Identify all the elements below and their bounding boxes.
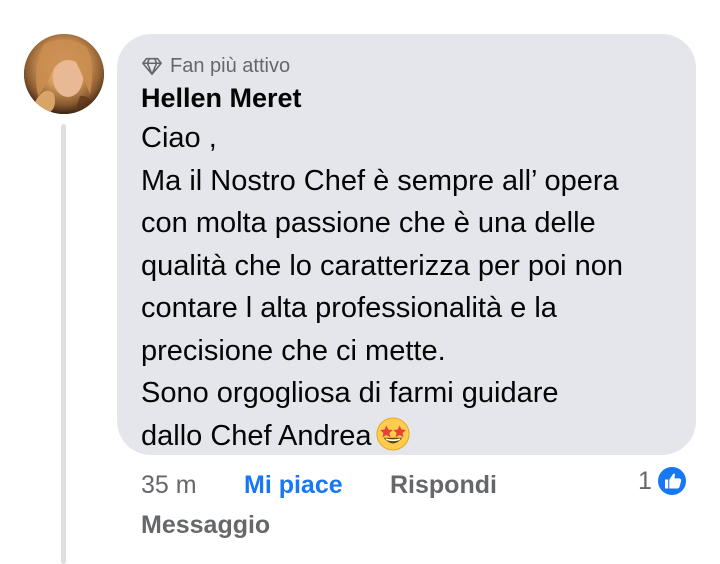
profile-photo: [24, 34, 104, 114]
comment-line: Ma il Nostro Chef è sempre all’ opera: [141, 164, 619, 197]
comment-line: con molta passione che è una delle: [141, 207, 596, 239]
top-fan-badge[interactable]: Fan più attivo: [141, 54, 290, 78]
diamond-icon: [142, 57, 162, 76]
avatar[interactable]: [24, 34, 104, 114]
star-struck-emoji-icon: [376, 416, 410, 451]
comment-line: precisione che ci mette.: [141, 334, 446, 367]
badge-label: Fan più attivo: [170, 55, 291, 77]
like-button[interactable]: Mi piace: [244, 469, 343, 501]
comment-line-text: dallo Chef Andrea: [141, 419, 372, 452]
message-button[interactable]: Messaggio: [141, 509, 270, 541]
comment-text: Ciao , Ma il Nostro Chef è sempre all’ o…: [141, 117, 686, 457]
comment-line: contare l alta professionalità e la: [141, 292, 557, 324]
comment-line: Sono orgogliosa di farmi guidare: [141, 377, 559, 409]
comment-line: qualità che lo caratterizza per poi non: [141, 249, 624, 282]
like-reaction-icon: [655, 465, 688, 497]
comment-line-last: dallo Chef Andrea: [141, 415, 686, 458]
comment-time: 35 m: [141, 471, 197, 499]
reaction-summary[interactable]: 1: [638, 465, 688, 497]
comment-line: Ciao ,: [141, 122, 217, 154]
reply-button[interactable]: Rispondi: [390, 469, 497, 501]
thread-line: [61, 124, 66, 564]
reaction-count: 1: [638, 467, 652, 495]
author-name[interactable]: Hellen Meret: [141, 82, 302, 114]
